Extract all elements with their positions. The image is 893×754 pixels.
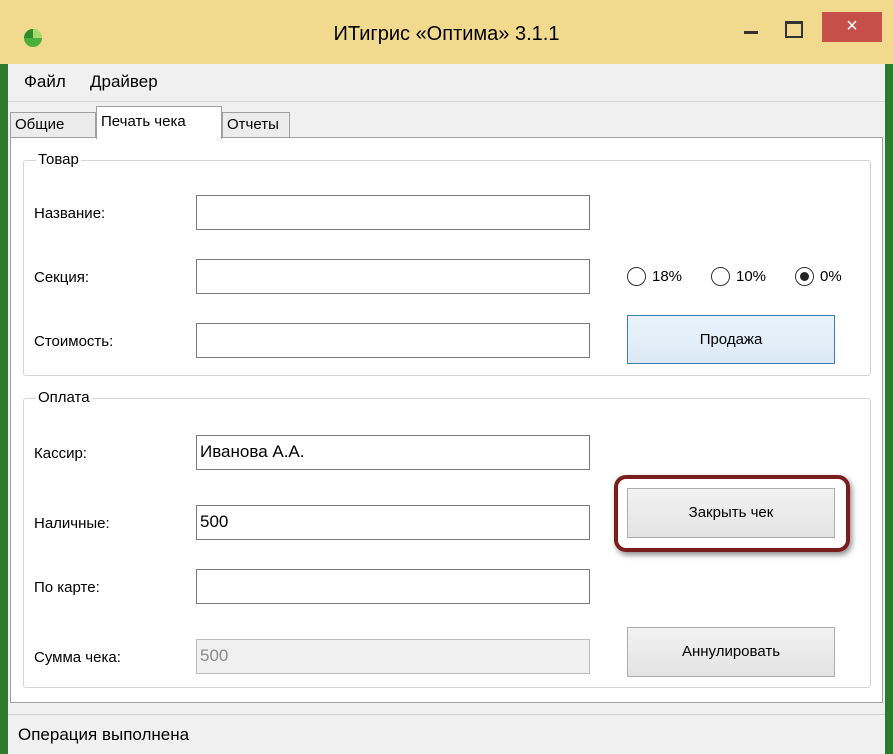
cost-label: Стоимость: xyxy=(34,333,114,350)
cash-label: Наличные: xyxy=(34,515,110,532)
status-bar: Операция выполнена xyxy=(8,714,885,754)
maximize-button[interactable] xyxy=(780,16,806,38)
vat-18-radio-circle xyxy=(627,267,646,286)
menu-bar: Файл Драйвер xyxy=(8,64,885,102)
vat-18-label: 18% xyxy=(652,268,683,285)
tab-panel: Товар Название: Секция: 18% 10% 0% Стоим… xyxy=(10,137,883,703)
vat-10-radio[interactable]: 10% xyxy=(711,267,766,286)
tab-strip: Общие Печать чека Отчеты xyxy=(8,104,885,139)
tab-general[interactable]: Общие xyxy=(10,112,96,138)
tab-print-receipt[interactable]: Печать чека xyxy=(96,106,222,139)
vat-10-radio-circle xyxy=(711,267,730,286)
payment-group-title: Оплата xyxy=(36,389,92,406)
vat-0-radio[interactable]: 0% xyxy=(795,267,842,286)
vat-0-label: 0% xyxy=(820,268,842,285)
menu-item-driver[interactable]: Драйвер xyxy=(90,72,158,92)
sale-button[interactable]: Продажа xyxy=(627,315,835,364)
minimize-button[interactable] xyxy=(738,18,764,38)
close-receipt-button[interactable]: Закрыть чек xyxy=(627,488,835,538)
close-button[interactable]: × xyxy=(822,12,882,42)
app-window: ИТигрис «Оптима» 3.1.1 × Файл Драйвер Об… xyxy=(0,0,893,754)
title-bar[interactable]: ИТигрис «Оптима» 3.1.1 × xyxy=(0,0,893,64)
vat-0-radio-circle xyxy=(795,267,814,286)
cashier-field[interactable]: Иванова А.А. xyxy=(196,435,590,470)
cost-field[interactable] xyxy=(196,323,590,358)
name-label: Название: xyxy=(34,205,106,222)
total-label: Сумма чека: xyxy=(34,649,121,666)
cancel-receipt-button[interactable]: Аннулировать xyxy=(627,627,835,677)
product-group-title: Товар xyxy=(36,151,81,168)
vat-18-radio[interactable]: 18% xyxy=(627,267,682,286)
vat-radio-group: 18% 10% 0% xyxy=(627,267,857,289)
card-field[interactable] xyxy=(196,569,590,604)
card-label: По карте: xyxy=(34,579,100,596)
payment-group: Оплата Кассир: Иванова А.А. Наличные: 50… xyxy=(23,389,871,688)
client-area: Файл Драйвер Общие Печать чека Отчеты То… xyxy=(8,64,885,754)
menu-item-file[interactable]: Файл xyxy=(24,72,66,92)
name-field[interactable] xyxy=(196,195,590,230)
status-text: Операция выполнена xyxy=(18,725,190,744)
section-label: Секция: xyxy=(34,269,89,286)
tab-reports[interactable]: Отчеты xyxy=(222,112,290,138)
vat-10-label: 10% xyxy=(736,268,767,285)
section-field[interactable] xyxy=(196,259,590,294)
total-field: 500 xyxy=(196,639,590,674)
cash-field[interactable]: 500 xyxy=(196,505,590,540)
product-group: Товар Название: Секция: 18% 10% 0% Стоим… xyxy=(23,151,871,376)
cashier-label: Кассир: xyxy=(34,445,87,462)
